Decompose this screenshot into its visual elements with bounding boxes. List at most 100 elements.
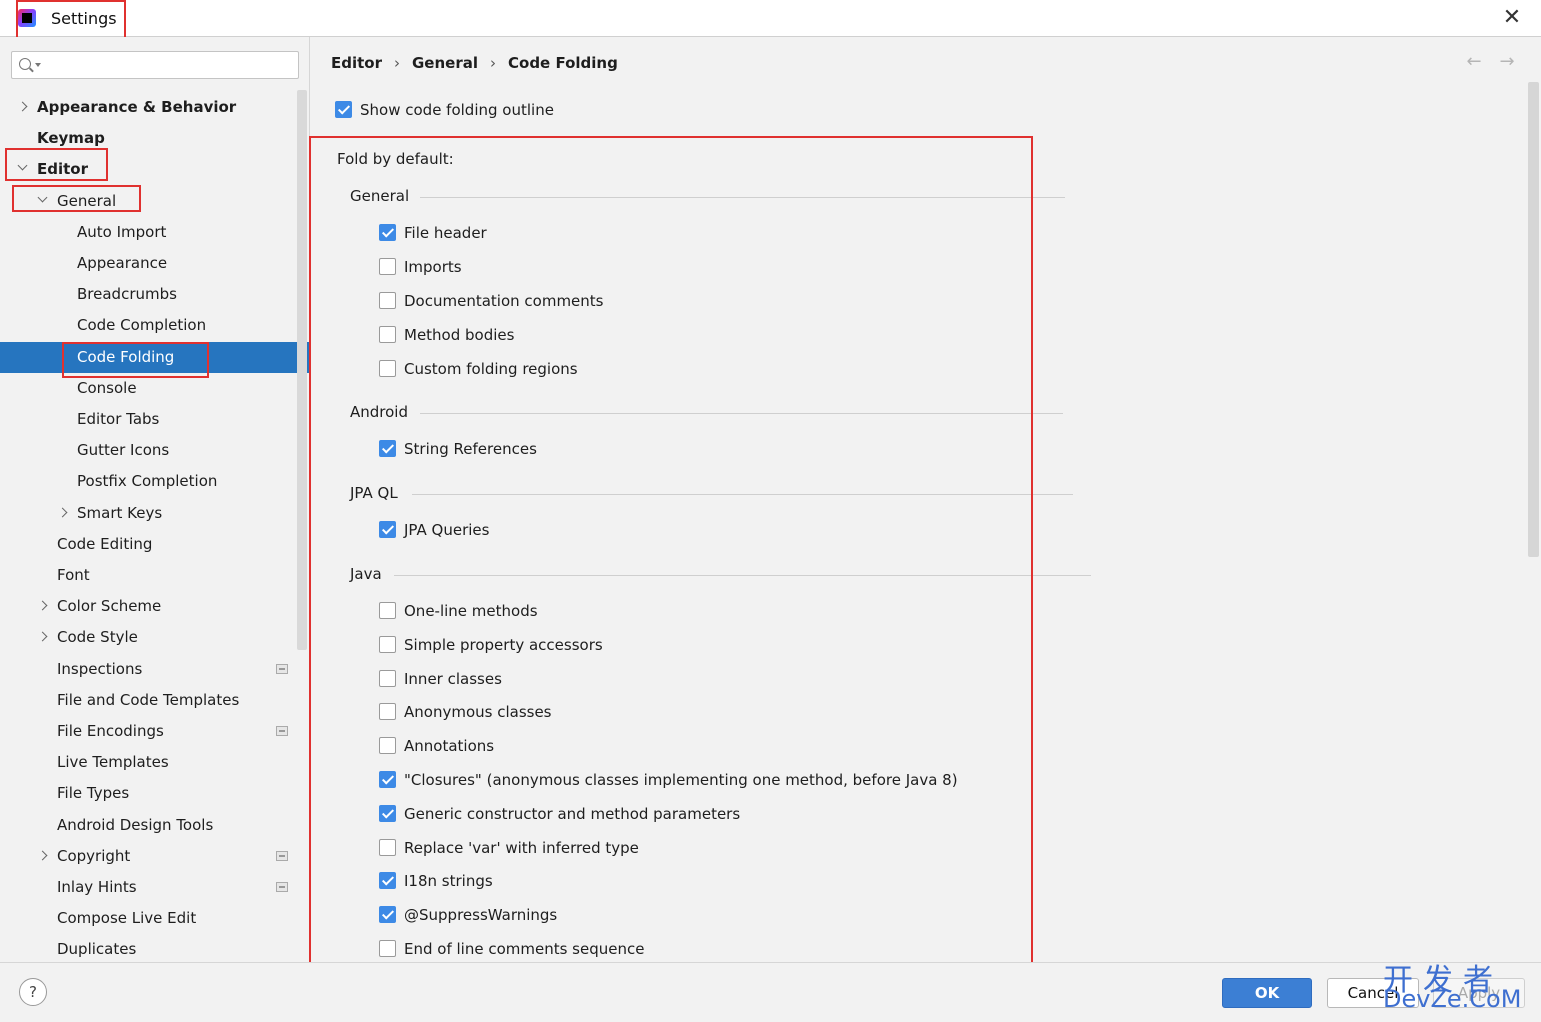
checkbox-box[interactable]: [379, 440, 396, 457]
sidebar-item-duplicates[interactable]: Duplicates: [0, 934, 297, 962]
checkbox-box[interactable]: [379, 872, 396, 890]
sidebar-item-live-templates[interactable]: Live Templates: [0, 747, 297, 778]
checkbox-label: "Closures" (anonymous classes implementi…: [404, 771, 958, 789]
checkbox-box[interactable]: [379, 635, 396, 653]
sidebar-item-label: General: [57, 191, 117, 210]
group-separator: [420, 197, 1065, 198]
settings-content: Editor › General › Code Folding ← → Show cod…: [311, 37, 1541, 962]
checkbox-box[interactable]: [335, 101, 352, 118]
sidebar-item-label: Editor Tabs: [77, 410, 160, 428]
sidebar-item-smart-keys[interactable]: Smart Keys: [0, 498, 297, 529]
window-title: Settings: [51, 9, 117, 28]
chevron-right-icon[interactable]: [37, 631, 48, 642]
sidebar-item-file-types[interactable]: File Types: [0, 778, 297, 809]
checkbox-box[interactable]: [379, 326, 396, 343]
chevron-right-icon[interactable]: [37, 600, 48, 611]
sidebar-item-console[interactable]: Console: [0, 373, 297, 404]
sidebar-item-file-and-code-templates[interactable]: File and Code Templates: [0, 685, 297, 716]
group-separator: [420, 413, 1063, 414]
chevron-right-icon[interactable]: [37, 850, 48, 861]
checkbox-box[interactable]: [379, 804, 396, 822]
chevron-right-icon[interactable]: [57, 507, 68, 518]
checkbox-label: @SuppressWarnings: [404, 906, 558, 925]
sidebar-item-inlay-hints[interactable]: Inlay Hints: [0, 872, 297, 903]
group-title-general: General: [350, 187, 410, 205]
content-scrollbar[interactable]: [1528, 82, 1539, 557]
sidebar-item-breadcrumbs[interactable]: Breadcrumbs: [0, 279, 297, 310]
search-icon: [19, 58, 31, 70]
breadcrumb: Editor › General › Code Folding: [331, 54, 618, 72]
checkbox-label: Anonymous classes: [404, 703, 552, 722]
sidebar-item-label: Appearance & Behavior: [37, 98, 237, 116]
sidebar-item-label: Auto Import: [77, 222, 167, 241]
checkbox-label: One-line methods: [404, 602, 538, 620]
group-title-jpa-ql: JPA QL: [350, 484, 398, 502]
breadcrumb-item-general: General: [412, 54, 478, 72]
sidebar-item-label: Code Editing: [57, 534, 153, 553]
sidebar-item-editor[interactable]: Editor: [0, 154, 297, 185]
chevron-down-icon[interactable]: [37, 192, 48, 203]
breadcrumb-item-editor: Editor: [331, 54, 382, 72]
checkbox-label: Custom folding regions: [404, 360, 578, 378]
title-bar: Settings ✕: [0, 0, 1541, 37]
sidebar-item-label: Inspections: [57, 659, 143, 678]
checkbox-box[interactable]: [379, 292, 396, 309]
sidebar-item-label: File and Code Templates: [57, 690, 240, 709]
sidebar-item-color-scheme[interactable]: Color Scheme: [0, 591, 297, 622]
sidebar-item-file-encodings[interactable]: File Encodings: [0, 716, 297, 747]
checkbox-box[interactable]: [379, 669, 396, 687]
sidebar-item-copyright[interactable]: Copyright: [0, 841, 297, 872]
project-scope-icon: [276, 882, 288, 892]
sidebar-item-auto-import[interactable]: Auto Import: [0, 217, 297, 248]
sidebar-item-label: File Encodings: [57, 722, 164, 740]
checkbox-box[interactable]: [379, 737, 396, 755]
sidebar-item-android-design-tools[interactable]: Android Design Tools: [0, 810, 297, 841]
sidebar-item-code-folding[interactable]: Code Folding: [0, 341, 309, 373]
sidebar-item-gutter-icons[interactable]: Gutter Icons: [0, 435, 297, 466]
checkbox-box[interactable]: [379, 771, 396, 788]
group-separator: [394, 575, 1091, 576]
sidebar-item-compose-live-edit[interactable]: Compose Live Edit: [0, 903, 297, 934]
chevron-down-icon[interactable]: [35, 63, 41, 67]
checkbox-label: Simple property accessors: [404, 635, 603, 654]
sidebar-item-inspections[interactable]: Inspections: [0, 654, 297, 685]
back-arrow-icon[interactable]: ←: [1463, 51, 1485, 73]
sidebar-item-label: Android Design Tools: [57, 815, 214, 834]
sidebar-item-appearance[interactable]: Appearance: [0, 248, 297, 279]
checkbox-box[interactable]: [379, 258, 396, 275]
checkbox-box[interactable]: [379, 838, 396, 856]
sidebar-item-font[interactable]: Font: [0, 560, 297, 591]
checkbox-box[interactable]: [379, 521, 396, 538]
sidebar-item-code-editing[interactable]: Code Editing: [0, 529, 297, 560]
ok-button[interactable]: OK: [1222, 978, 1312, 1008]
forward-arrow-icon[interactable]: →: [1496, 51, 1518, 73]
checkbox-box[interactable]: [379, 703, 396, 721]
search-input[interactable]: [11, 51, 299, 79]
sidebar-scrollbar[interactable]: [297, 90, 307, 650]
sidebar-item-keymap[interactable]: Keymap: [0, 123, 297, 154]
checkbox-box[interactable]: [379, 602, 396, 619]
checkbox-box[interactable]: [379, 360, 396, 377]
sidebar-item-label: Inlay Hints: [57, 878, 137, 896]
project-scope-icon: [276, 726, 288, 736]
sidebar-item-appearance-behavior[interactable]: Appearance & Behavior: [0, 92, 297, 123]
sidebar-item-label: Gutter Icons: [77, 441, 170, 460]
sidebar-item-label: File Types: [57, 784, 130, 803]
sidebar-item-editor-tabs[interactable]: Editor Tabs: [0, 404, 297, 435]
sidebar-item-postfix-completion[interactable]: Postfix Completion: [0, 466, 297, 497]
checkbox-box[interactable]: [379, 906, 396, 924]
breadcrumb-separator: ›: [394, 54, 400, 72]
sidebar-item-label: Code Folding: [77, 347, 175, 366]
chevron-down-icon[interactable]: [17, 160, 28, 171]
sidebar-item-label: Appearance: [77, 254, 168, 272]
sidebar-item-code-style[interactable]: Code Style: [0, 622, 297, 653]
checkbox-box[interactable]: [379, 940, 396, 957]
help-icon[interactable]: ?: [19, 978, 47, 1006]
project-scope-icon: [276, 850, 288, 861]
sidebar-item-general[interactable]: General: [0, 186, 297, 217]
checkbox-box[interactable]: [379, 224, 396, 241]
close-icon[interactable]: ✕: [1500, 6, 1524, 30]
chevron-right-icon[interactable]: [17, 101, 28, 112]
sidebar-item-label: Breadcrumbs: [77, 285, 177, 304]
sidebar-item-code-completion[interactable]: Code Completion: [0, 310, 297, 341]
